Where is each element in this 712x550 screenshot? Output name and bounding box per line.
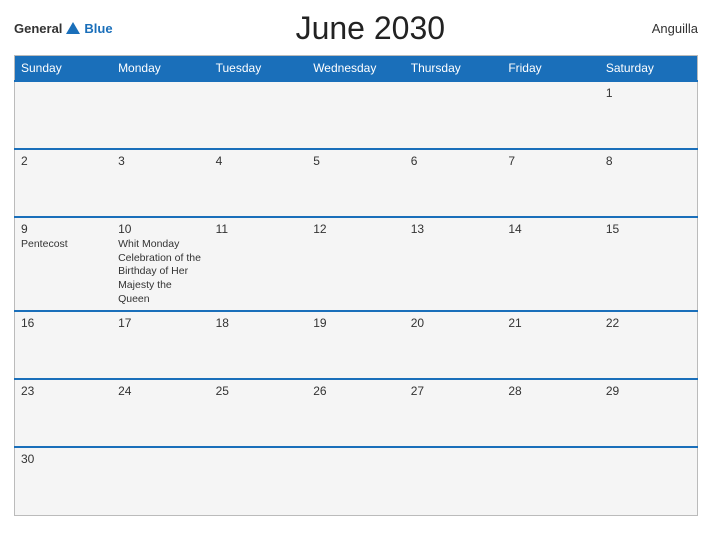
day-number: 14 [508,222,594,236]
day-number: 17 [118,316,204,330]
day-number: 15 [606,222,691,236]
calendar-cell: 23 [15,379,113,447]
col-saturday: Saturday [600,56,698,82]
day-number: 10 [118,222,204,236]
day-number: 3 [118,154,204,168]
calendar-cell: 17 [112,311,210,379]
calendar-cell: 25 [210,379,308,447]
day-number: 8 [606,154,691,168]
day-number: 13 [411,222,497,236]
col-thursday: Thursday [405,56,503,82]
day-number: 29 [606,384,691,398]
day-number: 9 [21,222,106,236]
page: General Blue June 2030 Anguilla Sunday M… [0,0,712,550]
col-monday: Monday [112,56,210,82]
logo: General Blue [14,20,113,38]
event-text: Pentecost [21,238,106,252]
calendar-cell: 18 [210,311,308,379]
calendar-cell: 20 [405,311,503,379]
calendar-cell: 1 [600,81,698,149]
day-number: 4 [216,154,302,168]
calendar-cell: 16 [15,311,113,379]
calendar-cell: 21 [502,311,600,379]
calendar-cell: 6 [405,149,503,217]
calendar-week-row: 16 17 18 19 20 21 22 [15,311,698,379]
day-number: 6 [411,154,497,168]
logo-icon [64,20,82,38]
day-number: 16 [21,316,106,330]
calendar-cell: 5 [307,149,405,217]
calendar-cell [112,81,210,149]
calendar-cell: 10 Whit Monday Celebration of the Birthda… [112,217,210,311]
calendar-cell: 2 [15,149,113,217]
calendar-cell: 3 [112,149,210,217]
day-number: 22 [606,316,691,330]
col-wednesday: Wednesday [307,56,405,82]
calendar-week-row: 23 24 25 26 27 28 29 [15,379,698,447]
day-number: 1 [606,86,691,100]
col-tuesday: Tuesday [210,56,308,82]
calendar-cell: 22 [600,311,698,379]
day-number: 24 [118,384,204,398]
calendar-cell: 8 [600,149,698,217]
header: General Blue June 2030 Anguilla [14,10,698,47]
calendar-cell [405,81,503,149]
calendar-cell [15,81,113,149]
day-number: 11 [216,222,302,236]
calendar-cell [307,81,405,149]
day-number: 25 [216,384,302,398]
day-number: 23 [21,384,106,398]
col-friday: Friday [502,56,600,82]
calendar-cell [210,447,308,515]
day-number: 19 [313,316,399,330]
calendar-cell: 7 [502,149,600,217]
calendar-week-row: 1 [15,81,698,149]
calendar-cell [112,447,210,515]
calendar-cell: 26 [307,379,405,447]
calendar-cell: 28 [502,379,600,447]
calendar-cell: 12 [307,217,405,311]
day-number: 18 [216,316,302,330]
calendar-week-row: 9 Pentecost 10 Whit Monday Celebration of t… [15,217,698,311]
calendar-cell [210,81,308,149]
calendar-week-row: 30 [15,447,698,515]
calendar-cell: 30 [15,447,113,515]
calendar-header-row: Sunday Monday Tuesday Wednesday Thursday… [15,56,698,82]
calendar-cell: 27 [405,379,503,447]
day-number: 27 [411,384,497,398]
day-number: 12 [313,222,399,236]
calendar-title: June 2030 [113,10,628,47]
calendar-cell [600,447,698,515]
calendar-cell: 4 [210,149,308,217]
col-sunday: Sunday [15,56,113,82]
day-number: 30 [21,452,106,466]
day-number: 7 [508,154,594,168]
logo-blue-text: Blue [84,21,112,36]
calendar-cell [502,447,600,515]
calendar-cell: 29 [600,379,698,447]
calendar-cell [307,447,405,515]
day-number: 28 [508,384,594,398]
calendar-week-row: 2345678 [15,149,698,217]
calendar-cell: 9 Pentecost [15,217,113,311]
calendar-table: Sunday Monday Tuesday Wednesday Thursday… [14,55,698,516]
calendar-cell: 15 [600,217,698,311]
calendar-cell: 24 [112,379,210,447]
calendar-cell: 13 [405,217,503,311]
calendar-cell: 14 [502,217,600,311]
day-number: 20 [411,316,497,330]
logo-general-text: General [14,21,62,36]
day-number: 21 [508,316,594,330]
calendar-cell [405,447,503,515]
calendar-cell: 11 [210,217,308,311]
day-number: 5 [313,154,399,168]
calendar-cell: 19 [307,311,405,379]
country-label: Anguilla [628,21,698,36]
event-text: Whit Monday Celebration of the Birthday … [118,238,204,306]
day-number: 2 [21,154,106,168]
calendar-cell [502,81,600,149]
day-number: 26 [313,384,399,398]
